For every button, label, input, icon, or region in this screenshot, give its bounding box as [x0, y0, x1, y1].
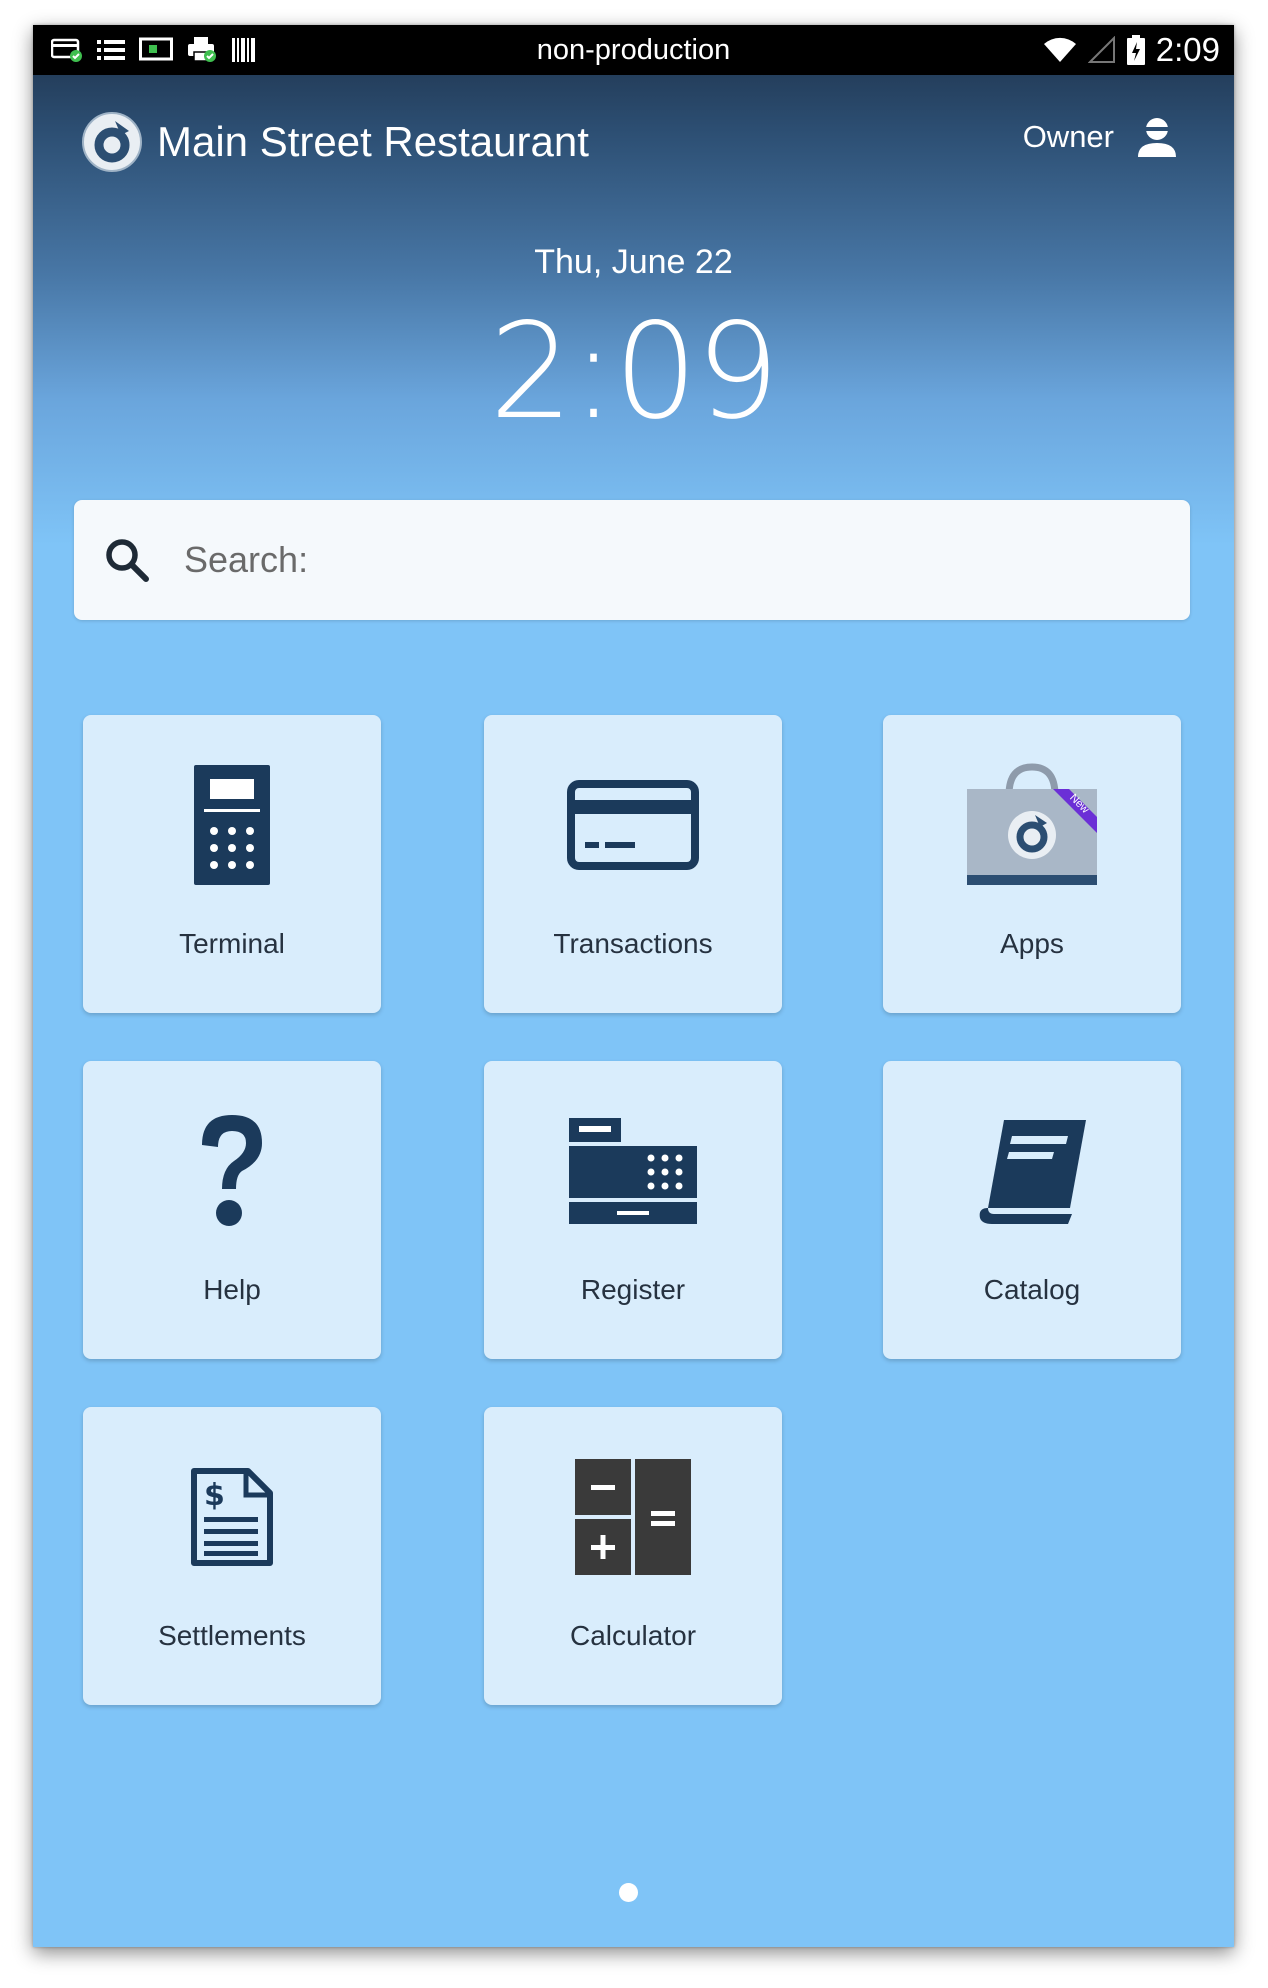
tile-label: Apps — [1000, 928, 1064, 959]
tile-help[interactable]: Help — [83, 1061, 381, 1359]
tile-catalog[interactable]: Catalog — [883, 1061, 1181, 1359]
battery-icon — [1126, 35, 1145, 65]
app-header: Main Street Restaurant Owner — [33, 105, 1234, 185]
status-icons-right: 2:09 — [1042, 25, 1220, 75]
credit-card-icon — [567, 780, 699, 870]
app-market-icon: New — [967, 763, 1097, 885]
tile-label: Register — [580, 1274, 686, 1305]
clover-logo-icon — [82, 112, 142, 172]
user-icon — [1138, 118, 1176, 157]
header-gradient — [33, 25, 1234, 545]
tile-label: Transactions — [553, 928, 713, 959]
current-date: Thu, June 22 — [534, 243, 733, 281]
user-menu[interactable]: Owner — [1023, 115, 1178, 159]
tile-label: Catalog — [983, 1274, 1081, 1305]
search-icon — [106, 539, 149, 582]
device-screen: non-production 2:09 Main Street Restaura… — [33, 25, 1234, 1947]
merchant-title: Main Street Restaurant — [157, 118, 589, 165]
tile-label: Calculator — [569, 1620, 697, 1651]
user-role-label: Owner — [1022, 119, 1114, 154]
tile-apps[interactable]: New Apps — [883, 715, 1181, 1013]
tile-register[interactable]: Register — [484, 1061, 782, 1359]
wifi-icon — [1043, 37, 1076, 62]
signal-icon — [1087, 36, 1115, 63]
cash-register-icon — [569, 1118, 697, 1224]
tile-label: Terminal — [179, 928, 285, 959]
search-input[interactable] — [182, 538, 1086, 582]
tile-terminal[interactable]: Terminal — [83, 715, 381, 1013]
current-time: 2:09 — [489, 295, 779, 449]
calculator-icon — [575, 1459, 691, 1575]
tile-transactions[interactable]: Transactions — [484, 715, 782, 1013]
book-icon — [979, 1120, 1086, 1224]
tile-calculator[interactable]: Calculator — [484, 1407, 782, 1705]
question-icon — [202, 1115, 262, 1226]
brand: Main Street Restaurant — [81, 111, 589, 173]
page-indicator-dot[interactable] — [619, 1883, 638, 1902]
tile-label: Help — [203, 1274, 261, 1305]
status-bar: non-production 2:09 — [33, 25, 1234, 75]
document-dollar-icon: $ — [191, 1468, 273, 1566]
status-time: 2:09 — [1155, 31, 1220, 68]
tile-label: Settlements — [158, 1620, 306, 1651]
search-bar[interactable] — [74, 500, 1190, 620]
svg-text:$: $ — [204, 1478, 225, 1513]
terminal-icon — [194, 765, 270, 885]
tile-settlements[interactable]: $ Settlements — [83, 1407, 381, 1705]
